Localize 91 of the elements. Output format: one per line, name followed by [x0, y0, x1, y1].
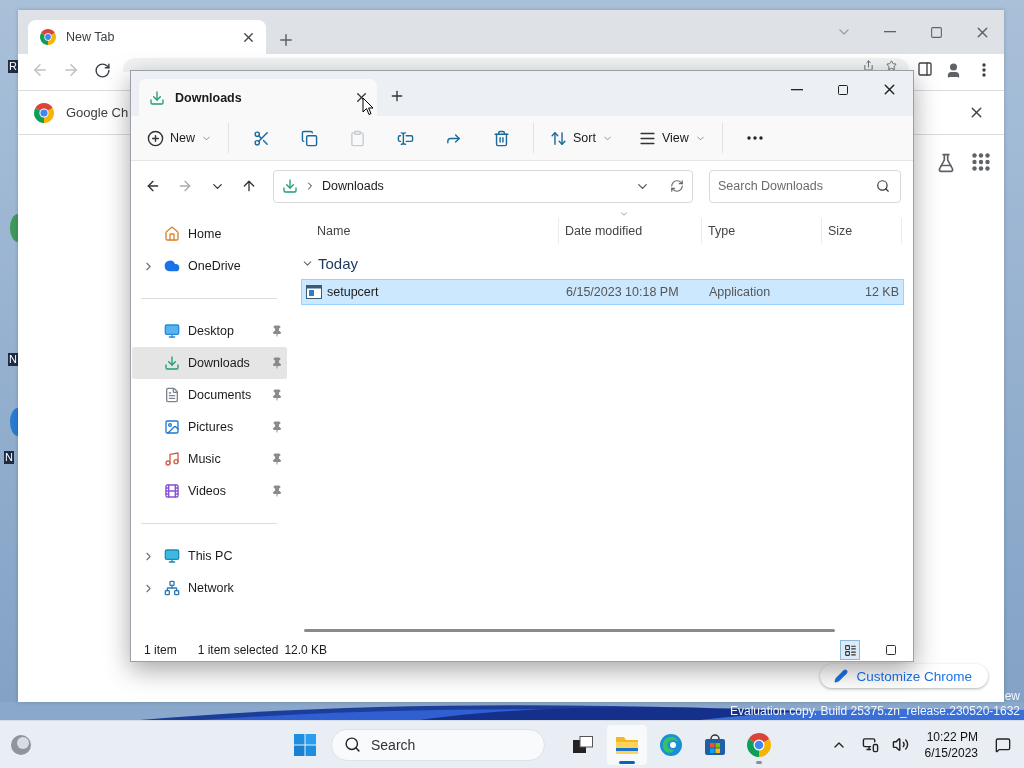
plus-circle-icon [147, 129, 164, 147]
column-header[interactable]: Name [301, 218, 559, 244]
desktop-icon[interactable] [9, 408, 18, 436]
network-status-icon [862, 736, 880, 753]
store-bag-icon [703, 732, 727, 757]
scrollbar[interactable] [304, 629, 835, 632]
edge-logo-icon [659, 732, 683, 757]
download-icon [149, 89, 165, 106]
column-header[interactable]: Size [822, 218, 902, 244]
desktop-icon-label: N [4, 451, 14, 464]
forward-arrow-icon [62, 61, 80, 79]
minimize-icon [791, 88, 803, 91]
new-button[interactable]: New [141, 122, 218, 154]
plus-icon [277, 31, 295, 49]
download-icon [282, 178, 298, 194]
watermark-text: ew [1004, 689, 1020, 704]
group-heading: Today [318, 254, 359, 272]
windows-logo-icon [294, 733, 316, 756]
refresh-icon[interactable] [670, 179, 684, 193]
sort-button[interactable]: Sort [544, 122, 619, 154]
plus-icon [389, 88, 405, 104]
details-view-button[interactable] [840, 640, 860, 660]
pencil-icon [834, 669, 849, 683]
rename-icon [396, 129, 414, 147]
task-view-icon [573, 735, 593, 754]
infobar-text: Google Ch [66, 105, 129, 120]
view-button[interactable]: View [632, 122, 712, 154]
item-count: 1 item [144, 643, 177, 657]
nav-item[interactable]: Home [132, 218, 287, 250]
document-icon [164, 387, 180, 403]
selection-size: 12.0 KB [284, 643, 328, 657]
scissors-icon [252, 129, 270, 147]
film-icon [164, 483, 180, 499]
list-icon [843, 643, 857, 657]
search-icon [876, 179, 890, 193]
apps-grid-icon[interactable] [972, 153, 990, 171]
network-icon [164, 580, 180, 596]
download-icon [164, 355, 180, 371]
cloud-icon [164, 258, 180, 274]
nav-item[interactable]: Desktop [132, 315, 287, 347]
forward-arrow-icon [177, 178, 193, 194]
trash-icon [492, 129, 510, 147]
nav-item[interactable]: Documents [132, 379, 287, 411]
file-explorer-button[interactable] [607, 724, 647, 765]
nav-item[interactable]: Videos [132, 475, 287, 507]
nav-item[interactable]: Network [132, 572, 287, 604]
music-icon [164, 451, 180, 467]
maximize-icon [929, 25, 943, 39]
clipboard-icon [348, 129, 366, 147]
sort-arrows-icon [550, 129, 567, 147]
square-icon [885, 644, 897, 656]
share-icon[interactable] [863, 60, 874, 71]
maximize-icon [837, 83, 849, 96]
reload-icon [93, 61, 111, 79]
desktop-icon-label: N [8, 353, 18, 366]
home-icon [164, 226, 180, 242]
application-icon [306, 285, 322, 299]
column-header[interactable]: Date modified [559, 218, 702, 244]
image-icon [164, 419, 180, 435]
desktop-icon-label: R [8, 60, 18, 73]
nav-item[interactable]: This PC [132, 540, 287, 572]
speaker-icon [892, 736, 910, 753]
watermark-text: Evaluation copy. Build 25375.zn_release.230520-1632 [730, 704, 1020, 719]
more-icon [746, 136, 763, 140]
chrome-logo-icon [40, 29, 56, 45]
copy-icon [300, 129, 318, 147]
explorer-tab[interactable]: Downloads [139, 79, 377, 116]
chrome-logo-icon [34, 102, 54, 123]
monitor-icon [164, 548, 180, 564]
column-header[interactable]: Type [702, 218, 822, 244]
nav-item[interactable]: Downloads [132, 347, 287, 379]
nav-item[interactable]: Pictures [132, 411, 287, 443]
menu-icon [982, 63, 986, 77]
selection-count: 1 item selected [197, 643, 279, 657]
flask-icon[interactable] [936, 153, 956, 173]
notification-icon [995, 736, 1011, 753]
minimize-icon [884, 31, 896, 33]
star-icon[interactable] [886, 60, 897, 71]
search-icon [344, 736, 361, 753]
browser-tab[interactable]: New Tab [28, 20, 266, 54]
chrome-logo-icon [747, 732, 771, 757]
customize-chrome-button[interactable]: Customize Chrome [820, 664, 988, 688]
monitor-icon [164, 323, 180, 339]
clock[interactable]: 10:22 PM 6/15/2023 [918, 728, 984, 761]
nav-item[interactable]: OneDrive [132, 250, 287, 282]
file-row[interactable]: setupcert 6/15/2023 10:18 PM Application 12 KB [301, 279, 904, 305]
taskbar-search-field[interactable]: Search [331, 728, 545, 761]
search-field[interactable]: Search Downloads [709, 169, 901, 203]
address-bar[interactable]: Downloads [273, 169, 693, 203]
side-panel-icon [917, 61, 933, 77]
nav-item[interactable]: Music [132, 443, 287, 475]
